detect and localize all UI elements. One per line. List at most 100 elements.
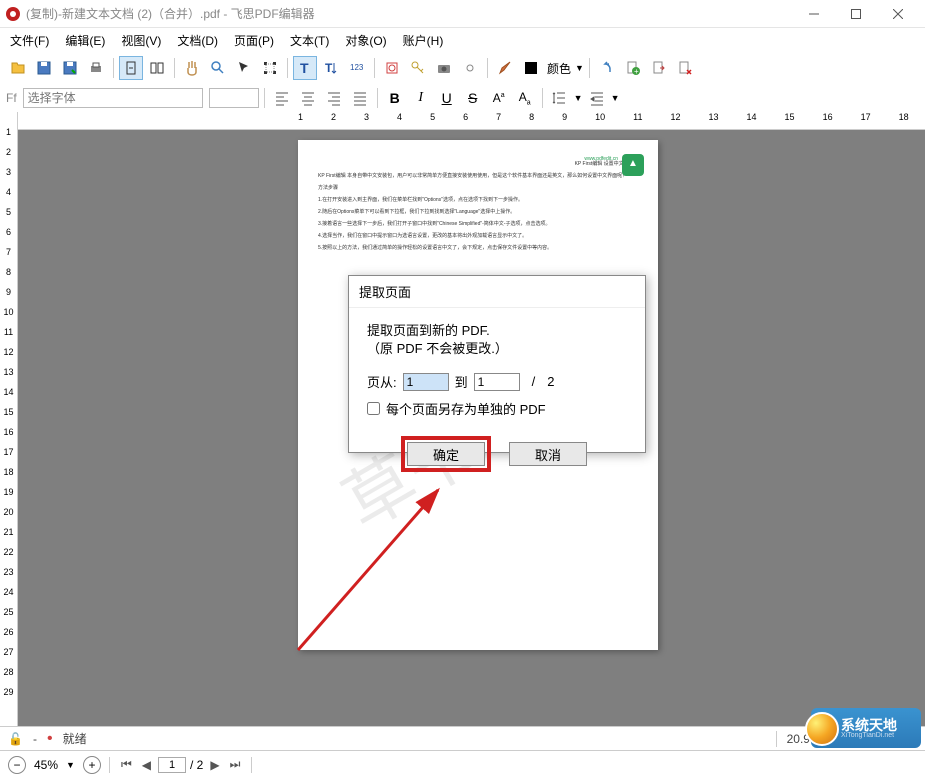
page-layout-button[interactable] [119,56,143,80]
total-pages: 2 [547,374,554,389]
select-button[interactable] [232,56,256,80]
font-icon: Ff [6,91,17,105]
statusbar: 🔓 - • 就绪 20.99 x 29.7 cm 预览 [0,726,925,750]
stamp-button[interactable] [380,56,404,80]
color-button[interactable] [519,56,543,80]
align-right-button[interactable] [322,86,346,110]
separate-pdf-checkbox[interactable] [367,402,380,415]
bold-button[interactable]: B [383,86,407,110]
brush-button[interactable] [493,56,517,80]
window-title: (复制)-新建文本文档 (2)（合并）.pdf - 飞思PDF编辑器 [26,5,793,22]
dialog-checkbox-row: 每个页面另存为单独的 PDF [367,399,627,418]
print-button[interactable] [84,56,108,80]
chain-button[interactable] [458,56,482,80]
page-badge-icon [622,154,644,176]
zoom-out-button[interactable]: − [8,756,26,774]
toolbar-main: T T 123 颜色 ▼ + [0,52,925,84]
to-input[interactable] [474,373,520,391]
page-facing-button[interactable] [145,56,169,80]
undo-button[interactable] [595,56,619,80]
status-bullet: • [47,730,53,748]
align-justify-button[interactable] [348,86,372,110]
brand-icon [805,712,839,746]
extract-pages-dialog: 提取页面 提取页面到新的 PDF. （原 PDF 不会被更改.） 页从: 到 /… [348,275,646,453]
menu-file[interactable]: 文件(F) [2,29,57,52]
italic-button[interactable]: I [409,86,433,110]
zoombar: − 45% ▼ + ⏮ ◀ / 2 ▶ ⏭ [0,750,925,778]
line-spacing-button[interactable] [548,86,572,110]
menubar: 文件(F) 编辑(E) 视图(V) 文档(D) 页面(P) 文本(T) 对象(O… [0,28,925,52]
titlebar: (复制)-新建文本文档 (2)（合并）.pdf - 飞思PDF编辑器 [0,0,925,28]
edit-object-button[interactable] [258,56,282,80]
brand-name: 系统天地 [841,718,897,732]
menu-object[interactable]: 对象(O) [337,29,394,52]
toolbar-format: Ff B I U S Aa Aa ▼ ▼ [0,84,925,112]
page-export-button[interactable] [647,56,671,80]
camera-button[interactable] [432,56,456,80]
maximize-button[interactable] [835,0,877,28]
key-button[interactable] [406,56,430,80]
underline-button[interactable]: U [435,86,459,110]
page-first-button[interactable]: ⏮ [118,757,135,772]
status-ready: 就绪 [63,730,87,747]
indent-button[interactable] [585,86,609,110]
text-vertical-button[interactable]: T [319,56,343,80]
save-as-button[interactable] [58,56,82,80]
to-label: 到 [455,372,468,391]
page-navigation: ⏮ ◀ / 2 ▶ ⏭ [118,757,243,773]
page-next-button[interactable]: ▶ [207,758,222,772]
zoom-button[interactable] [206,56,230,80]
status-dash: - [33,732,37,746]
dialog-title: 提取页面 [349,276,645,308]
zoom-in-button[interactable]: + [83,756,101,774]
open-button[interactable] [6,56,30,80]
svg-text:123: 123 [350,63,364,72]
subscript-button[interactable]: Aa [513,86,537,110]
text-numbered-button[interactable]: 123 [345,56,369,80]
superscript-button[interactable]: Aa [487,86,511,110]
brand-logo: 系统天地 XiTongTianDi.net [811,708,921,748]
menu-text[interactable]: 文本(T) [282,29,337,52]
pan-button[interactable] [180,56,204,80]
canvas[interactable]: www.pdfedit.cn KP First编辑 设置中文-KP PIKP F… [18,130,925,726]
menu-page[interactable]: 页面(P) [226,29,282,52]
from-label: 页从: [367,372,397,391]
strikethrough-button[interactable]: S [461,86,485,110]
save-button[interactable] [32,56,56,80]
page-body-text: KP First编辑 设置中文-KP PIKP First编辑 本身自带中文安装… [318,160,638,252]
menu-edit[interactable]: 编辑(E) [57,29,113,52]
add-page-button[interactable]: + [621,56,645,80]
menu-document[interactable]: 文档(D) [169,29,226,52]
svg-text:T: T [300,60,309,76]
from-input[interactable] [403,373,449,391]
ruler-vertical: 1234567891011121314151617181920212223242… [0,112,18,726]
page-current-input[interactable] [158,757,186,773]
cancel-button[interactable]: 取消 [509,442,587,466]
checkbox-label: 每个页面另存为单独的 PDF [386,399,546,418]
svg-text:T: T [325,61,333,75]
page-last-button[interactable]: ⏭ [227,757,244,772]
brand-url: XiTongTianDi.net [841,732,897,739]
svg-text:+: + [634,67,639,76]
total-sep: / [532,374,536,389]
menu-account[interactable]: 账户(H) [395,29,452,52]
align-left-button[interactable] [270,86,294,110]
minimize-button[interactable] [793,0,835,28]
color-label: 颜色 [547,60,571,77]
workspace: 1234567891011121314151617181920212223242… [0,112,925,726]
ok-button[interactable]: 确定 [407,442,485,466]
close-button[interactable] [877,0,919,28]
zoom-percent: 45% [34,758,58,772]
lock-icon: 🔓 [8,732,23,746]
page-total-label: / 2 [190,758,203,772]
window-controls [793,0,919,28]
page-url-text: www.pdfedit.cn [584,156,618,162]
font-select[interactable] [23,88,203,108]
page-prev-button[interactable]: ◀ [139,758,154,772]
delete-page-button[interactable] [673,56,697,80]
align-center-button[interactable] [296,86,320,110]
dialog-page-range: 页从: 到 / 2 [367,372,627,391]
text-tool-button[interactable]: T [293,56,317,80]
font-size-input[interactable] [209,88,259,108]
menu-view[interactable]: 视图(V) [113,29,169,52]
